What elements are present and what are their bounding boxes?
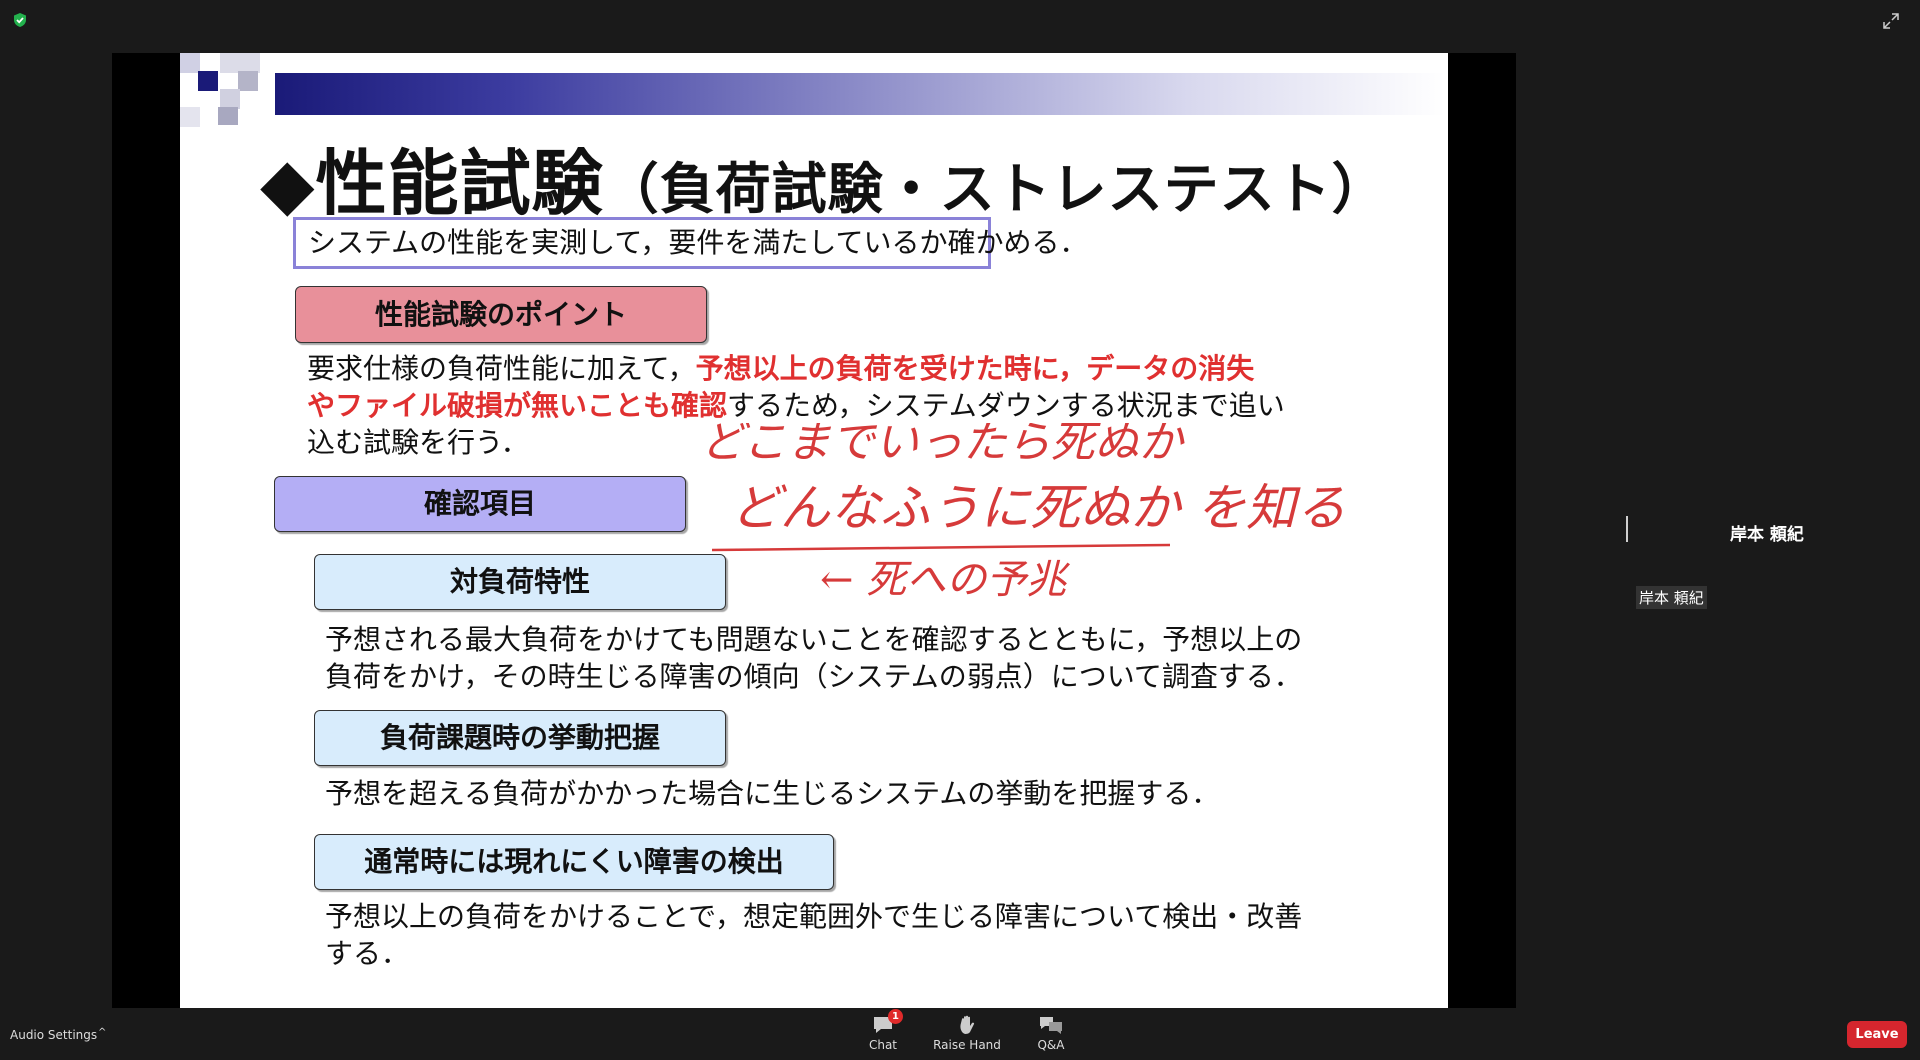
qa-icon [1040, 1017, 1062, 1034]
shield-check-icon[interactable] [12, 12, 28, 28]
participant-name: 岸本 頼紀 [1730, 525, 1804, 545]
chat-label: Chat [868, 1038, 898, 1052]
handwriting-line1: どこまでいったら死ぬか [700, 423, 1185, 468]
caret-up-icon[interactable]: ^ [98, 1027, 106, 1038]
item-1-line2: 負荷をかけ，その時生じる障害の傾向（システムの弱点）について調査する． [325, 660, 1302, 693]
presentation-slide: ◆性能試験（負荷試験・ストレステスト） システムの性能を実測して，要件を満たして… [180, 53, 1448, 1008]
leave-button[interactable]: Leave [1847, 1021, 1907, 1048]
item-1-line1: 予想される最大負荷をかけても問題ないことを確認するとともに，予想以上の [325, 623, 1303, 656]
qa-button[interactable]: Q&A [1016, 1014, 1086, 1052]
item-2-line1: 予想を超える負荷がかかった場合に生じるシステムの挙動を把握する． [325, 777, 1220, 810]
raise-hand-label: Raise Hand [933, 1038, 1001, 1052]
point-line1-black: 要求仕様の負荷性能に加えて， [307, 352, 696, 385]
handwriting-line2: どんなふうに死ぬか を知る [730, 479, 1346, 537]
slide-corner-decoration [180, 53, 260, 127]
point-heading: 性能試験のポイント [295, 286, 707, 343]
item-1-text: 予想される最大負荷をかけても問題ないことを確認するとともに，予想以上の 負荷をか… [325, 621, 1302, 695]
chat-unread-badge: 1 [888, 1009, 903, 1024]
point-line3-black: 込む試験を行う． [307, 426, 529, 459]
item-2-label: 負荷課題時の挙動把握 [314, 710, 726, 766]
item-3-text: 予想以上の負荷をかけることで，想定範囲外で生じる障害について検出・改善 する． [325, 898, 1302, 972]
handwriting-underline [711, 543, 1171, 552]
audio-settings-button[interactable]: Audio Settings [10, 1028, 97, 1042]
handwriting-line3: ← 死への予兆 [820, 557, 1070, 603]
item-1-label: 対負荷特性 [314, 554, 726, 610]
check-heading: 確認項目 [274, 476, 686, 532]
point-line2-black: するため，システムダウンする状況まで追い [727, 389, 1285, 422]
item-3-label: 通常時には現れにくい障害の検出 [314, 834, 834, 890]
item-3-line2: する． [325, 937, 410, 970]
chat-button[interactable]: Chat [848, 1014, 918, 1052]
qa-label: Q&A [1037, 1038, 1065, 1052]
item-2-text: 予想を超える負荷がかかった場合に生じるシステムの挙動を把握する． [325, 775, 1219, 812]
summary-box: システムの性能を実測して，要件を満たしているか確かめる． [293, 217, 1088, 269]
slide-title-main: ◆性能試験 [260, 142, 604, 225]
point-line2-red: やファイル破損が無いことも確認 [307, 389, 728, 422]
title-gradient-band [275, 73, 1445, 115]
participant-video-tag: 岸本 頼紀 [1636, 586, 1707, 609]
item-3-line1: 予想以上の負荷をかけることで，想定範囲外で生じる障害について検出・改善 [325, 900, 1303, 933]
fullscreen-icon[interactable] [1882, 12, 1900, 30]
point-line1-red: 予想以上の負荷を受けた時に，データの消失 [695, 352, 1255, 385]
shared-screen: ◆性能試験（負荷試験・ストレステスト） システムの性能を実測して，要件を満たして… [112, 53, 1516, 1008]
participant-divider [1626, 516, 1628, 542]
handwritten-annotation: どこまでいったら死ぬか どんなふうに死ぬか を知る ← 死への予兆 [700, 423, 1346, 603]
slide-title: ◆性能試験（負荷試験・ストレステスト） [260, 127, 1388, 229]
raise-hand-button[interactable]: Raise Hand [932, 1014, 1002, 1052]
slide-title-sub: （負荷試験・ストレステスト） [603, 157, 1388, 221]
raise-hand-icon [960, 1015, 975, 1034]
